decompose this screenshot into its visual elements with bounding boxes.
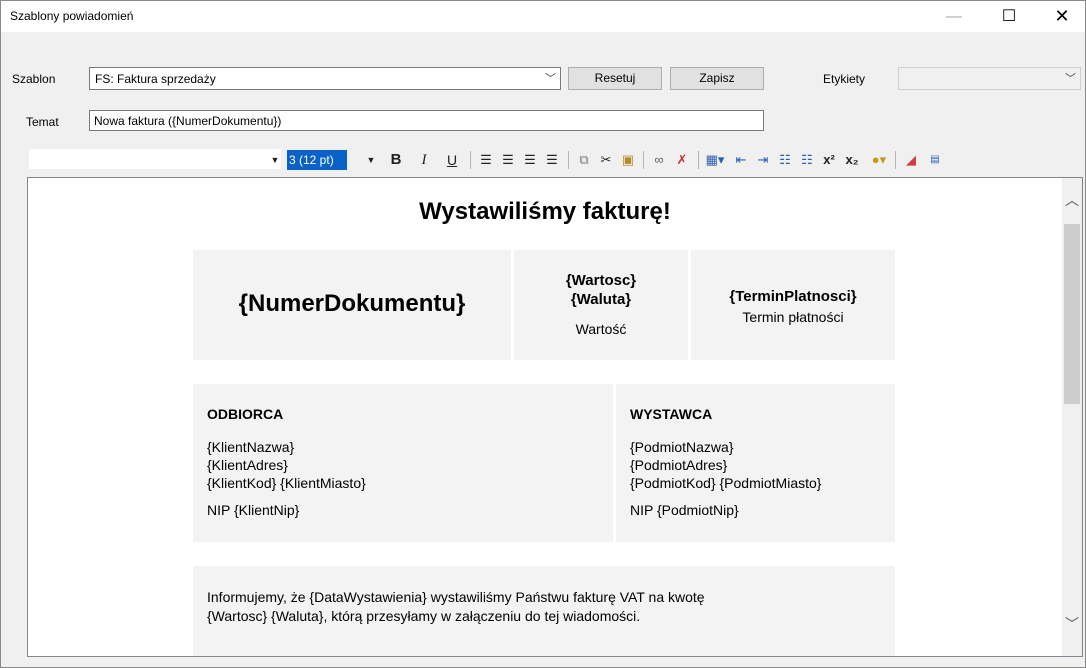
unlink-icon[interactable]: ✗ — [672, 150, 692, 170]
info-cell: Informujemy, że {DataWystawienia} wystaw… — [193, 566, 895, 656]
due-date-cell: {TerminPlatnosci} Termin płatności — [691, 250, 895, 360]
cut-icon[interactable]: ✂ — [596, 150, 616, 170]
toolbar-separator — [698, 151, 699, 169]
toolbar-separator — [643, 151, 644, 169]
notification-templates-window: Szablony powiadomień — ☐ ✕ Szablon FS: F… — [0, 0, 1086, 668]
issuer-line: {PodmiotAdres} — [630, 457, 728, 473]
subscript-icon[interactable]: x₂ — [842, 150, 862, 170]
document-number-cell: {NumerDokumentu} — [193, 250, 511, 360]
recipient-line: {KlientAdres} — [207, 457, 288, 473]
formatting-toolbar: ▼ 3 (12 pt) ▼ B I U ☰ ☰ ☰ ☰ ⧉ ✂ ▣ ∞ ✗ ▦▾… — [29, 147, 1081, 173]
recipient-nip: NIP {KlientNip} — [207, 502, 300, 518]
save-button[interactable]: Zapisz — [670, 67, 764, 90]
align-left-icon[interactable]: ☰ — [476, 150, 496, 170]
html-editor[interactable]: Wystawiliśmy fakturę! {NumerDokumentu} {… — [27, 177, 1083, 657]
info-text: Informujemy, że {DataWystawienia} wystaw… — [207, 588, 887, 626]
numbered-list-icon[interactable]: ☷ — [797, 150, 817, 170]
maximize-button[interactable]: ☐ — [986, 1, 1032, 32]
issuer-address: {PodmiotNazwa} {PodmiotAdres} {PodmiotKo… — [630, 438, 821, 492]
bullet-list-icon[interactable]: ☷ — [775, 150, 795, 170]
bold-button[interactable]: B — [386, 150, 406, 170]
chevron-down-icon: ﹀ — [1065, 73, 1076, 85]
font-select[interactable] — [29, 149, 281, 169]
minimize-button[interactable]: — — [931, 1, 977, 32]
labels-select[interactable]: ﹀ — [898, 67, 1081, 90]
toolbar-separator — [568, 151, 569, 169]
issuer-line: {PodmiotNazwa} — [630, 439, 734, 455]
template-label: Szablon — [12, 72, 56, 86]
subject-label: Temat — [26, 115, 59, 129]
size-select[interactable]: 3 (12 pt) — [287, 150, 347, 170]
paste-icon[interactable]: ▣ — [618, 150, 638, 170]
issuer-title: WYSTAWCA — [630, 406, 713, 422]
chevron-down-icon: ﹀ — [545, 73, 556, 85]
close-button[interactable]: ✕ — [1039, 1, 1085, 32]
document-number: {NumerDokumentu} — [238, 290, 466, 317]
subject-input[interactable]: Nowa faktura ({NumerDokumentu}) — [89, 110, 764, 131]
due-date-caption: Termin płatności — [742, 309, 844, 325]
issuer-line: {PodmiotKod} {PodmiotMiasto} — [630, 475, 822, 491]
due-date-value: {TerminPlatnosci} — [729, 288, 857, 305]
template-select[interactable]: FS: Faktura sprzedaży ﹀ — [89, 67, 561, 90]
value-caption: Wartość — [575, 321, 627, 337]
scroll-down-icon[interactable]: ﹀ — [1065, 614, 1079, 634]
link-icon[interactable]: ∞ — [649, 150, 669, 170]
value-amount: {Wartosc} {Waluta} — [514, 271, 688, 309]
info-line: {Wartosc} {Waluta}, którą przesyłamy w z… — [207, 608, 641, 624]
underline-button[interactable]: U — [442, 150, 462, 170]
recipient-address: {KlientNazwa} {KlientAdres} {KlientKod} … — [207, 438, 366, 492]
toolbar-separator — [895, 151, 896, 169]
title-bar: Szablony powiadomień — ☐ ✕ — [1, 1, 1085, 32]
value-amount-line: {Wartosc} — [565, 272, 637, 289]
table-icon[interactable]: ▦▾ — [703, 150, 727, 170]
recipient-title: ODBIORCA — [207, 406, 284, 422]
scrollbar-thumb[interactable] — [1064, 224, 1080, 404]
reset-button[interactable]: Resetuj — [568, 67, 662, 90]
labels-label: Etykiety — [823, 72, 866, 86]
superscript-icon[interactable]: x² — [819, 150, 839, 170]
issuer-cell: WYSTAWCA {PodmiotNazwa} {PodmiotAdres} {… — [616, 384, 895, 542]
info-line: Informujemy, że {DataWystawienia} wystaw… — [207, 589, 705, 605]
document-heading: Wystawiliśmy fakturę! — [419, 198, 671, 225]
justify-icon[interactable]: ☰ — [542, 150, 562, 170]
italic-button[interactable]: I — [414, 150, 434, 170]
recipient-cell: ODBIORCA {KlientNazwa} {KlientAdres} {Kl… — [193, 384, 613, 542]
html-icon[interactable]: ▤ — [925, 150, 945, 170]
window-title: Szablony powiadomień — [10, 9, 134, 23]
template-select-value: FS: Faktura sprzedaży — [95, 72, 216, 86]
vertical-scrollbar[interactable]: ︿ ﹀ — [1062, 178, 1082, 656]
indent-icon[interactable]: ⇥ — [753, 150, 773, 170]
recipient-line: {KlientKod} {KlientMiasto} — [207, 475, 366, 491]
font-dropdown-icon[interactable]: ▼ — [270, 150, 280, 170]
align-center-icon[interactable]: ☰ — [498, 150, 518, 170]
recipient-line: {KlientNazwa} — [207, 439, 295, 455]
value-cell: {Wartosc} {Waluta} Wartość — [514, 250, 688, 360]
size-dropdown-icon[interactable]: ▼ — [366, 150, 376, 170]
color-icon[interactable]: ●▾ — [866, 150, 892, 170]
outdent-icon[interactable]: ⇤ — [731, 150, 751, 170]
toolbar-separator — [470, 151, 471, 169]
issuer-nip: NIP {PodmiotNip} — [630, 502, 739, 518]
value-currency-line: {Waluta} — [570, 291, 632, 308]
document-preview: Wystawiliśmy fakturę! {NumerDokumentu} {… — [28, 178, 1062, 656]
eraser-icon[interactable]: ◢ — [901, 150, 921, 170]
align-right-icon[interactable]: ☰ — [520, 150, 540, 170]
copy-icon[interactable]: ⧉ — [574, 150, 594, 170]
scroll-up-icon[interactable]: ︿ — [1065, 190, 1079, 210]
